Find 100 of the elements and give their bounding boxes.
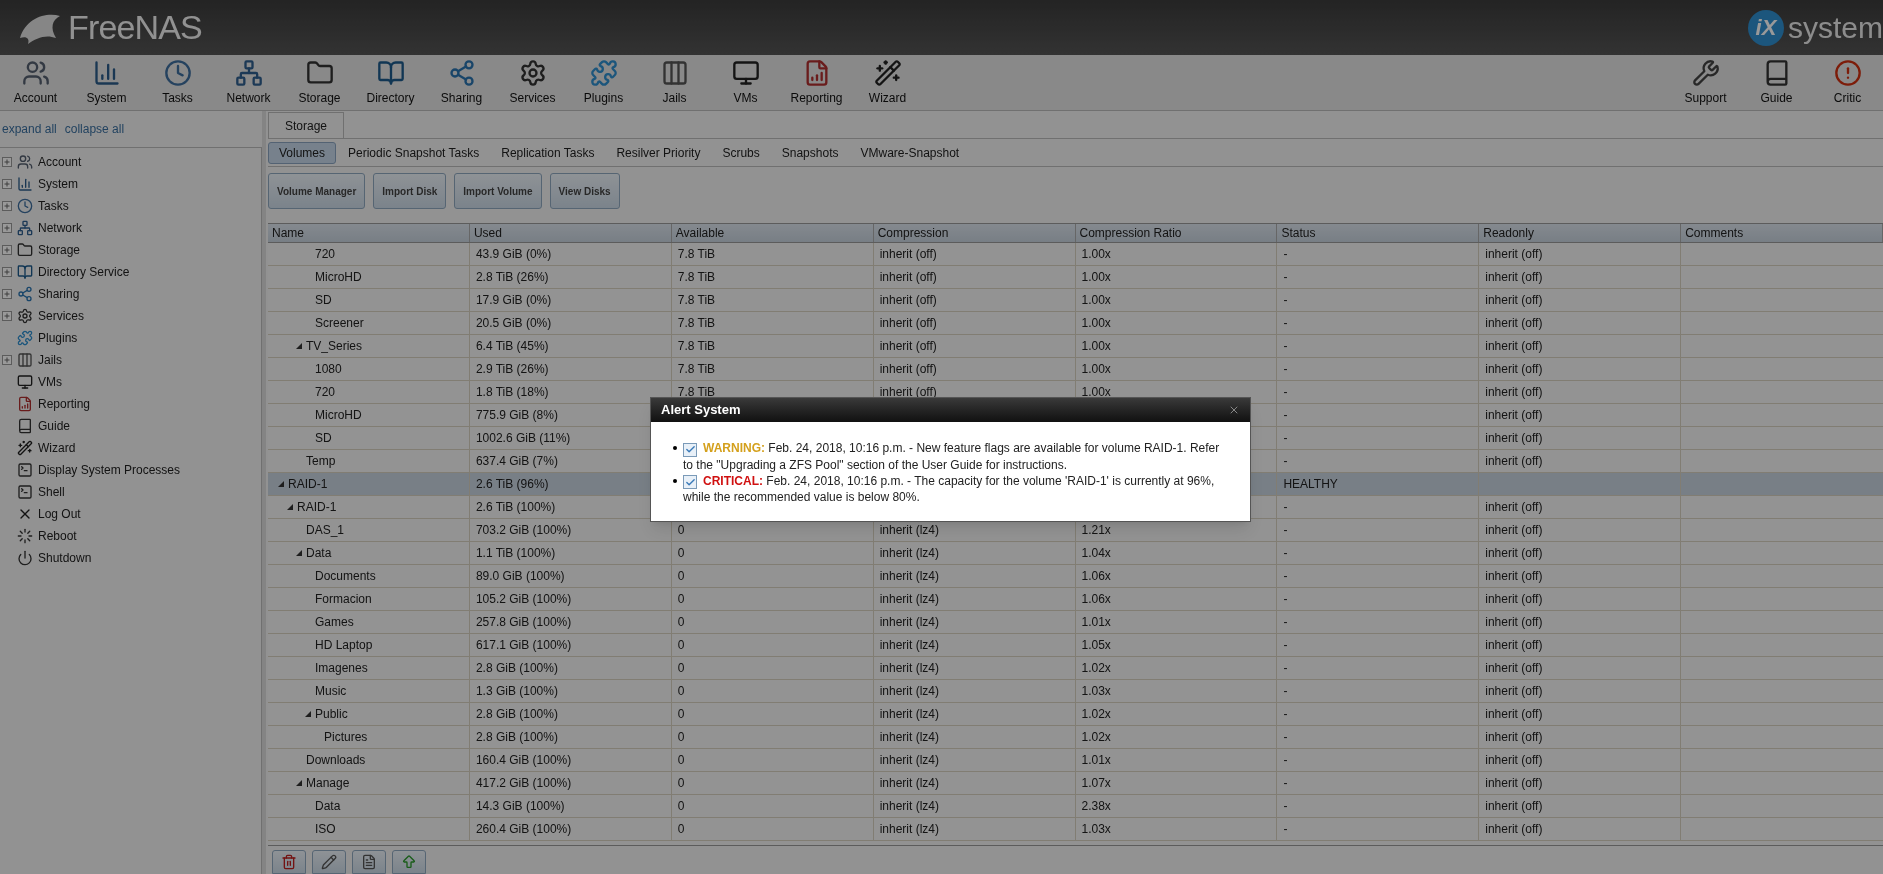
table-cell-text: 1.02x bbox=[1081, 706, 1111, 723]
toolbar-icon-button[interactable] bbox=[392, 850, 426, 874]
expand-icon[interactable] bbox=[2, 289, 12, 299]
close-icon[interactable] bbox=[1228, 404, 1240, 416]
toolbar-button[interactable]: VMs bbox=[710, 55, 781, 110]
action-button[interactable]: Import Volume bbox=[454, 173, 542, 209]
terminal-icon bbox=[17, 484, 33, 500]
bullet-icon bbox=[673, 446, 677, 450]
table-cell-text: DAS_1 bbox=[306, 522, 345, 539]
toolbar-button[interactable]: Network bbox=[213, 55, 284, 110]
toolbar-button[interactable]: Support bbox=[1670, 55, 1741, 110]
expand-icon[interactable] bbox=[2, 201, 12, 211]
toolbar-icon-button[interactable] bbox=[312, 850, 346, 874]
table-cell-text: SD bbox=[315, 292, 332, 309]
table-cell-text: 160.4 GiB (100%) bbox=[475, 752, 572, 769]
table-cell-text: 257.8 GiB (100%) bbox=[475, 614, 572, 631]
expand-icon[interactable] bbox=[2, 355, 12, 365]
expanded-triangle-icon[interactable] bbox=[296, 780, 302, 786]
columns-icon bbox=[660, 58, 689, 87]
checkbox[interactable] bbox=[683, 475, 697, 489]
toolbar-button[interactable]: Account bbox=[0, 55, 71, 110]
expanded-triangle-icon[interactable] bbox=[287, 504, 293, 510]
expand-icon[interactable] bbox=[2, 223, 12, 233]
expanded-triangle-icon[interactable] bbox=[305, 711, 311, 717]
column-header[interactable]: Readonly bbox=[1479, 224, 1682, 242]
tree-link[interactable]: expand all bbox=[2, 120, 57, 138]
toolbar-icon-button[interactable] bbox=[272, 850, 306, 874]
share-icon bbox=[17, 286, 33, 302]
tree-item[interactable]: Shutdown bbox=[38, 549, 92, 567]
table-cell-text: inherit (lz4) bbox=[879, 545, 939, 562]
table-cell-text: 1.1 TiB (100%) bbox=[475, 545, 556, 562]
table-cell-text: - bbox=[1283, 821, 1288, 838]
expand-icon[interactable] bbox=[2, 267, 12, 277]
column-header[interactable]: Compression Ratio bbox=[1075, 224, 1278, 242]
tree-item[interactable]: Reboot bbox=[38, 527, 77, 545]
expand-icon[interactable] bbox=[2, 157, 12, 167]
toolbar-button[interactable]: Services bbox=[497, 55, 568, 110]
table-cell-text: 720 bbox=[315, 384, 336, 401]
column-header[interactable]: Name bbox=[268, 224, 470, 242]
column-header[interactable]: Compression bbox=[873, 224, 1076, 242]
tree-item[interactable]: System bbox=[38, 175, 78, 193]
toolbar-button[interactable]: Wizard bbox=[852, 55, 923, 110]
column-header[interactable]: Status bbox=[1277, 224, 1480, 242]
tree-item[interactable]: Plugins bbox=[38, 329, 78, 347]
tree-item[interactable]: Network bbox=[38, 219, 82, 237]
tree-item[interactable]: Reporting bbox=[38, 395, 91, 413]
tree-link[interactable]: collapse all bbox=[64, 120, 125, 138]
column-header[interactable]: Used bbox=[469, 224, 672, 242]
tree-item[interactable]: Directory Service bbox=[38, 263, 130, 281]
toolbar-icon-button[interactable] bbox=[352, 850, 386, 874]
table-cell-text: 0 bbox=[677, 568, 685, 585]
toolbar-button[interactable]: Reporting bbox=[781, 55, 852, 110]
toolbar-button[interactable]: Sharing bbox=[426, 55, 497, 110]
table-cell-text: 0 bbox=[677, 821, 685, 838]
expand-icon[interactable] bbox=[2, 179, 12, 189]
sub-tab[interactable]: Volumes bbox=[268, 141, 337, 164]
table-cell-text: 20.5 GiB (0%) bbox=[475, 315, 552, 332]
tree-item[interactable]: Sharing bbox=[38, 285, 80, 303]
expanded-triangle-icon[interactable] bbox=[296, 550, 302, 556]
table-cell-text: 417.2 GiB (100%) bbox=[475, 775, 572, 792]
table-cell-text: Temp bbox=[306, 453, 336, 470]
sub-tab[interactable]: Snapshots bbox=[771, 141, 849, 164]
column-header[interactable]: Comments bbox=[1681, 224, 1883, 242]
expand-icon[interactable] bbox=[2, 311, 12, 321]
tree-item[interactable]: Jails bbox=[38, 351, 62, 369]
toolbar-button[interactable]: Tasks bbox=[142, 55, 213, 110]
storage-tab[interactable]: Storage bbox=[268, 112, 345, 138]
tree-item[interactable]: Wizard bbox=[38, 439, 76, 457]
tree-item[interactable]: Storage bbox=[38, 241, 81, 259]
sub-tab[interactable]: Periodic Snapshot Tasks bbox=[338, 141, 490, 164]
sub-tab[interactable]: Scrubs bbox=[712, 141, 770, 164]
toolbar-button[interactable]: Plugins bbox=[568, 55, 639, 110]
checkbox[interactable] bbox=[683, 442, 697, 457]
tree-item[interactable]: Guide bbox=[38, 417, 71, 435]
toolbar-button[interactable]: Storage bbox=[284, 55, 355, 110]
table-cell-text: inherit (off) bbox=[879, 315, 937, 332]
toolbar-button[interactable]: Directory bbox=[355, 55, 426, 110]
sub-tab[interactable]: Replication Tasks bbox=[491, 141, 605, 164]
tree-item[interactable]: VMs bbox=[38, 373, 62, 391]
expanded-triangle-icon[interactable] bbox=[278, 481, 284, 487]
tree-item[interactable]: Account bbox=[38, 153, 82, 171]
toolbar-button[interactable]: Jails bbox=[639, 55, 710, 110]
tree-item[interactable]: Shell bbox=[38, 483, 65, 501]
tree-item[interactable]: Tasks bbox=[38, 197, 69, 215]
table-cell-text: 0 bbox=[677, 660, 685, 677]
toolbar-button[interactable]: System bbox=[71, 55, 142, 110]
tree-item[interactable]: Services bbox=[38, 307, 84, 325]
toolbar-button[interactable]: Critic bbox=[1812, 55, 1883, 110]
action-button[interactable]: Import Disk bbox=[373, 173, 447, 209]
sub-tab[interactable]: Resilver Priority bbox=[606, 141, 711, 164]
expanded-triangle-icon[interactable] bbox=[296, 343, 302, 349]
action-button[interactable]: View Disks bbox=[549, 173, 620, 209]
table-cell-text: inherit (off) bbox=[1485, 430, 1543, 447]
sub-tab[interactable]: VMware-Snapshot bbox=[850, 141, 970, 164]
tree-item[interactable]: Log Out bbox=[38, 505, 81, 523]
action-button[interactable]: Volume Manager bbox=[268, 173, 366, 209]
column-header[interactable]: Available bbox=[671, 224, 874, 242]
toolbar-button[interactable]: Guide bbox=[1741, 55, 1812, 110]
tree-item[interactable]: Display System Processes bbox=[38, 461, 181, 479]
expand-icon[interactable] bbox=[2, 245, 12, 255]
